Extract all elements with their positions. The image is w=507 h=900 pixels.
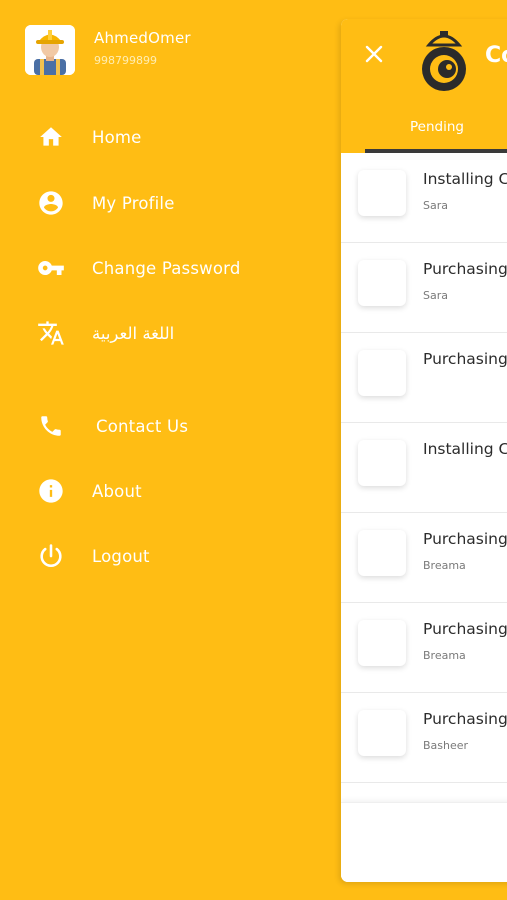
user-name: AhmedOmer	[94, 29, 191, 47]
power-icon	[36, 541, 66, 571]
tab-pending[interactable]: Pending	[365, 119, 505, 135]
key-icon	[36, 253, 66, 283]
close-icon	[365, 45, 383, 63]
order-customer: Breama	[423, 649, 466, 662]
menu-item-my-profile[interactable]: My Profile	[36, 188, 175, 218]
menu-label-home: Home	[92, 127, 142, 147]
order-thumbnail	[358, 620, 406, 666]
order-title: Installing C	[423, 440, 507, 458]
order-thumbnail	[358, 350, 406, 396]
header-title: Co	[485, 43, 507, 68]
home-icon	[36, 122, 66, 152]
order-title: Purchasing	[423, 260, 507, 278]
menu-item-logout[interactable]: Logout	[36, 541, 150, 571]
menu-label-change-password: Change Password	[92, 258, 241, 278]
phone-icon	[36, 411, 66, 441]
menu-item-home[interactable]: Home	[36, 122, 142, 152]
worker-avatar-icon	[25, 25, 75, 75]
app-logo	[416, 25, 472, 91]
list-item[interactable]: Installing C	[341, 423, 507, 513]
order-title: Purchasing	[423, 710, 507, 728]
order-title: Purchasing	[423, 530, 507, 548]
avatar	[25, 25, 75, 75]
close-drawer-button[interactable]	[361, 41, 387, 67]
bottom-bar	[341, 802, 507, 882]
menu-label-logout: Logout	[92, 546, 150, 566]
order-title: Purchasing	[423, 350, 507, 368]
menu-label-about: About	[92, 481, 142, 501]
list-item[interactable]: Purchasing	[341, 333, 507, 423]
info-icon	[36, 476, 66, 506]
order-thumbnail	[358, 260, 406, 306]
navigation-drawer: AhmedOmer 998799899 Home My Profile Chan…	[0, 0, 340, 900]
app-header: Co Pending	[341, 19, 507, 153]
list-item[interactable]: Purchasing Sara	[341, 243, 507, 333]
order-thumbnail	[358, 710, 406, 756]
order-customer: Basheer	[423, 739, 469, 752]
list-item[interactable]: Installing C Sara	[341, 153, 507, 243]
menu-item-arabic-language[interactable]: اللغة العربية	[36, 318, 174, 348]
order-title: Purchasing	[423, 620, 507, 638]
menu-label-my-profile: My Profile	[92, 193, 175, 213]
user-profile[interactable]: AhmedOmer 998799899	[25, 25, 191, 75]
list-item[interactable]: Purchasing Breama	[341, 603, 507, 693]
order-title: Installing C	[423, 170, 507, 188]
list-item[interactable]: Purchasing Breama	[341, 513, 507, 603]
orders-list: Installing C Sara Purchasing Sara Purcha…	[341, 153, 507, 783]
order-thumbnail	[358, 170, 406, 216]
order-thumbnail	[358, 530, 406, 576]
user-phone: 998799899	[94, 54, 157, 67]
order-customer: Sara	[423, 289, 448, 302]
order-customer: Breama	[423, 559, 466, 572]
helmet-logo-icon	[422, 31, 466, 91]
menu-item-contact-us[interactable]: Contact Us	[36, 411, 188, 441]
menu-item-change-password[interactable]: Change Password	[36, 253, 241, 283]
list-item[interactable]: Purchasing Basheer	[341, 693, 507, 783]
menu-label-contact-us: Contact Us	[96, 416, 189, 436]
menu-item-about[interactable]: About	[36, 476, 142, 506]
order-customer: Sara	[423, 199, 448, 212]
order-thumbnail	[358, 440, 406, 486]
translate-icon	[36, 318, 66, 348]
main-screen-panel[interactable]: Co Pending Installing C Sara Purchasing …	[341, 19, 507, 882]
menu-label-arabic-language: اللغة العربية	[92, 323, 175, 343]
account-circle-icon	[36, 188, 66, 218]
